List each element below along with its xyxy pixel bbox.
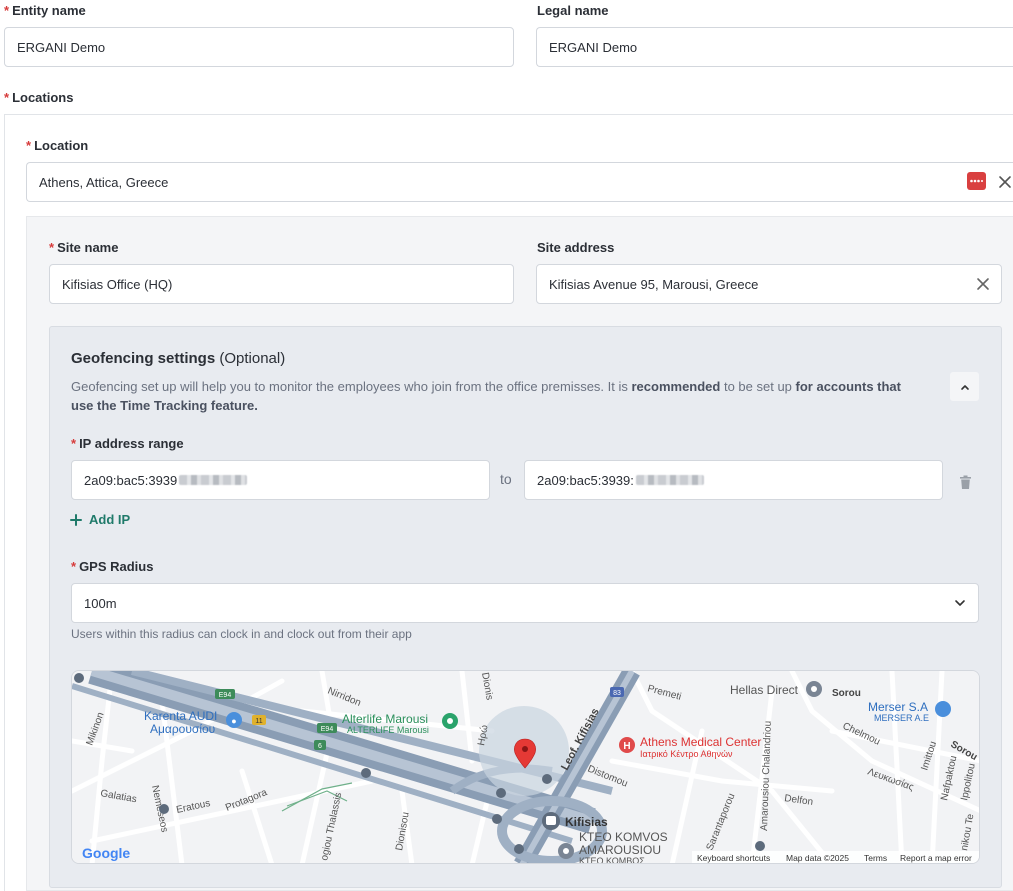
svg-text:AMAROUSIOU: AMAROUSIOU [579,843,661,857]
entity-name-label: * Entity name [4,3,86,18]
geofencing-description: Geofencing set up will help you to monit… [71,379,901,413]
svg-text:Sorou: Sorou [832,688,861,699]
svg-text:Karenta AUDI: Karenta AUDI [144,709,217,723]
redacted-blur [635,475,704,485]
svg-text:E94: E94 [219,692,232,699]
svg-text:Ιατρικό Κέντρο Αθηνών: Ιατρικό Κέντρο Αθηνών [640,749,733,759]
delete-ip-trash-icon[interactable] [957,473,973,491]
ip-range-label: * IP address range [71,436,184,451]
poi-kifisias-station: Kifisias [542,812,608,830]
svg-text:Google: Google [82,845,130,861]
site-address-label: Site address [537,240,615,255]
svg-text:6: 6 [318,743,322,750]
clear-address-close-icon[interactable] [975,276,991,292]
svg-text:H: H [623,741,630,752]
redacted-blur [179,475,248,485]
password-manager-icon[interactable] [967,172,986,190]
svg-text:MERSER A.E: MERSER A.E [874,713,929,723]
geofencing-title: Geofencing settings (Optional) [71,350,286,367]
svg-text:11: 11 [255,718,262,725]
svg-text:Αμαρουσίου: Αμαρουσίου [150,722,215,736]
svg-text:83: 83 [613,690,621,697]
ip-to-input[interactable]: 2a09:bac5:3939: [524,460,943,500]
site-name-label: * Site name [49,240,119,255]
svg-text:Merser S.A: Merser S.A [868,700,928,714]
locations-label: * Locations [4,90,74,105]
add-ip-button[interactable]: Add IP [70,512,130,527]
location-label: * Location [26,138,89,153]
map-report-error-link[interactable]: Report a map error [900,853,972,863]
legal-name-input[interactable]: ERGANI Demo [536,27,1013,67]
clear-location-close-icon[interactable] [997,174,1013,190]
ip-from-input[interactable]: 2a09:bac5:3939 [71,460,490,500]
gps-radius-select[interactable]: 100m [71,583,979,623]
ip-to-separator: to [500,471,512,487]
svg-text:Hellas Direct: Hellas Direct [730,683,799,697]
site-address-input[interactable]: Kifisias Avenue 95, Marousi, Greece [536,264,1002,304]
svg-text:●: ● [231,716,236,726]
legal-name-label: Legal name [537,3,609,18]
entity-name-input[interactable]: ERGANI Demo [4,27,514,67]
svg-text:Alterlife Marousi: Alterlife Marousi [342,712,428,726]
map-terms-link[interactable]: Terms [864,853,887,863]
svg-text:ΚΤΕΟ ΚΟΜΒΟΣ: ΚΤΕΟ ΚΟΜΒΟΣ [579,856,645,864]
chevron-down-icon [955,600,965,606]
collapse-chevron-up-icon[interactable] [950,372,979,401]
map-keyboard-shortcuts[interactable]: Keyboard shortcuts [697,853,770,863]
svg-text:Athens Medical Center: Athens Medical Center [640,735,761,749]
svg-text:ALTERLIFE Marousi: ALTERLIFE Marousi [347,725,429,735]
svg-text:ΚΤΕΟ KOMVOS: ΚΤΕΟ KOMVOS [579,830,668,844]
map-view[interactable]: E94 E94 11 6 83 Nirridon Dionis Premeti … [71,670,980,864]
site-name-input[interactable]: Kifisias Office (HQ) [49,264,514,304]
google-logo: Google [82,845,130,861]
svg-text:Kifisias: Kifisias [565,815,608,829]
gps-radius-label: * GPS Radius [71,559,154,574]
svg-text:E94: E94 [321,726,334,733]
location-input[interactable]: Athens, Attica, Greece [26,162,1013,202]
gps-radius-help: Users within this radius can clock in an… [71,627,412,641]
map-data-attribution: Map data ©2025 [786,853,849,863]
plus-icon [70,513,82,526]
